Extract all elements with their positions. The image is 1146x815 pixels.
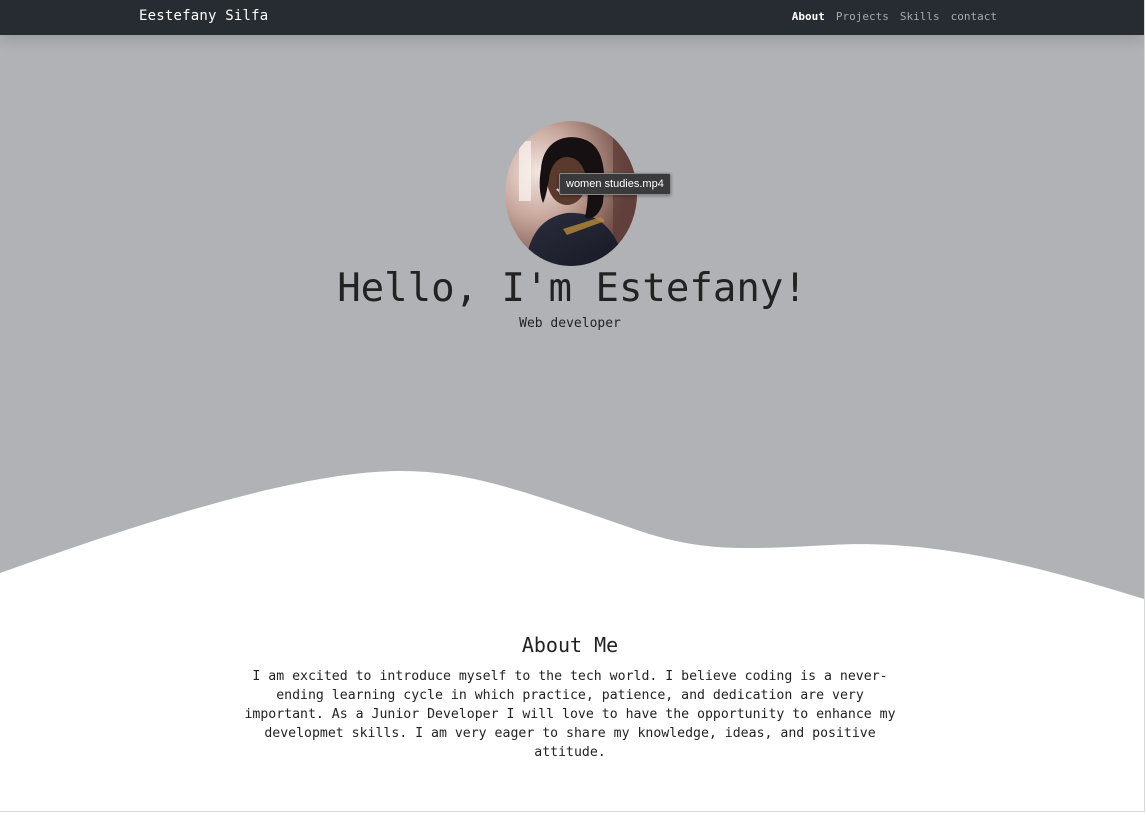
nav-link-projects[interactable]: Projects (836, 10, 889, 23)
brand-link[interactable]: Eestefany Silfa (139, 8, 268, 24)
nav-link-skills[interactable]: Skills (900, 10, 940, 23)
navbar: Eestefany Silfa About Projects Skills co… (0, 0, 1144, 35)
nav-link-contact[interactable]: contact (951, 10, 997, 23)
file-tooltip: women studies.mp4 (559, 173, 671, 195)
nav-link-about[interactable]: About (792, 10, 825, 23)
hero-subtitle: Web developer (519, 316, 621, 331)
hero-title: Hello, I'm Estefany! (337, 266, 807, 311)
nav-links: About Projects Skills contact (792, 10, 997, 23)
about-text: I am excited to introduce myself to the … (244, 669, 896, 760)
hero-section: Hello, I'm Estefany! Web developer (0, 35, 1144, 625)
page: Eestefany Silfa About Projects Skills co… (0, 0, 1145, 812)
about-title: About Me (521, 633, 619, 657)
about-section: About Me I am excited to introduce mysel… (0, 630, 1140, 762)
